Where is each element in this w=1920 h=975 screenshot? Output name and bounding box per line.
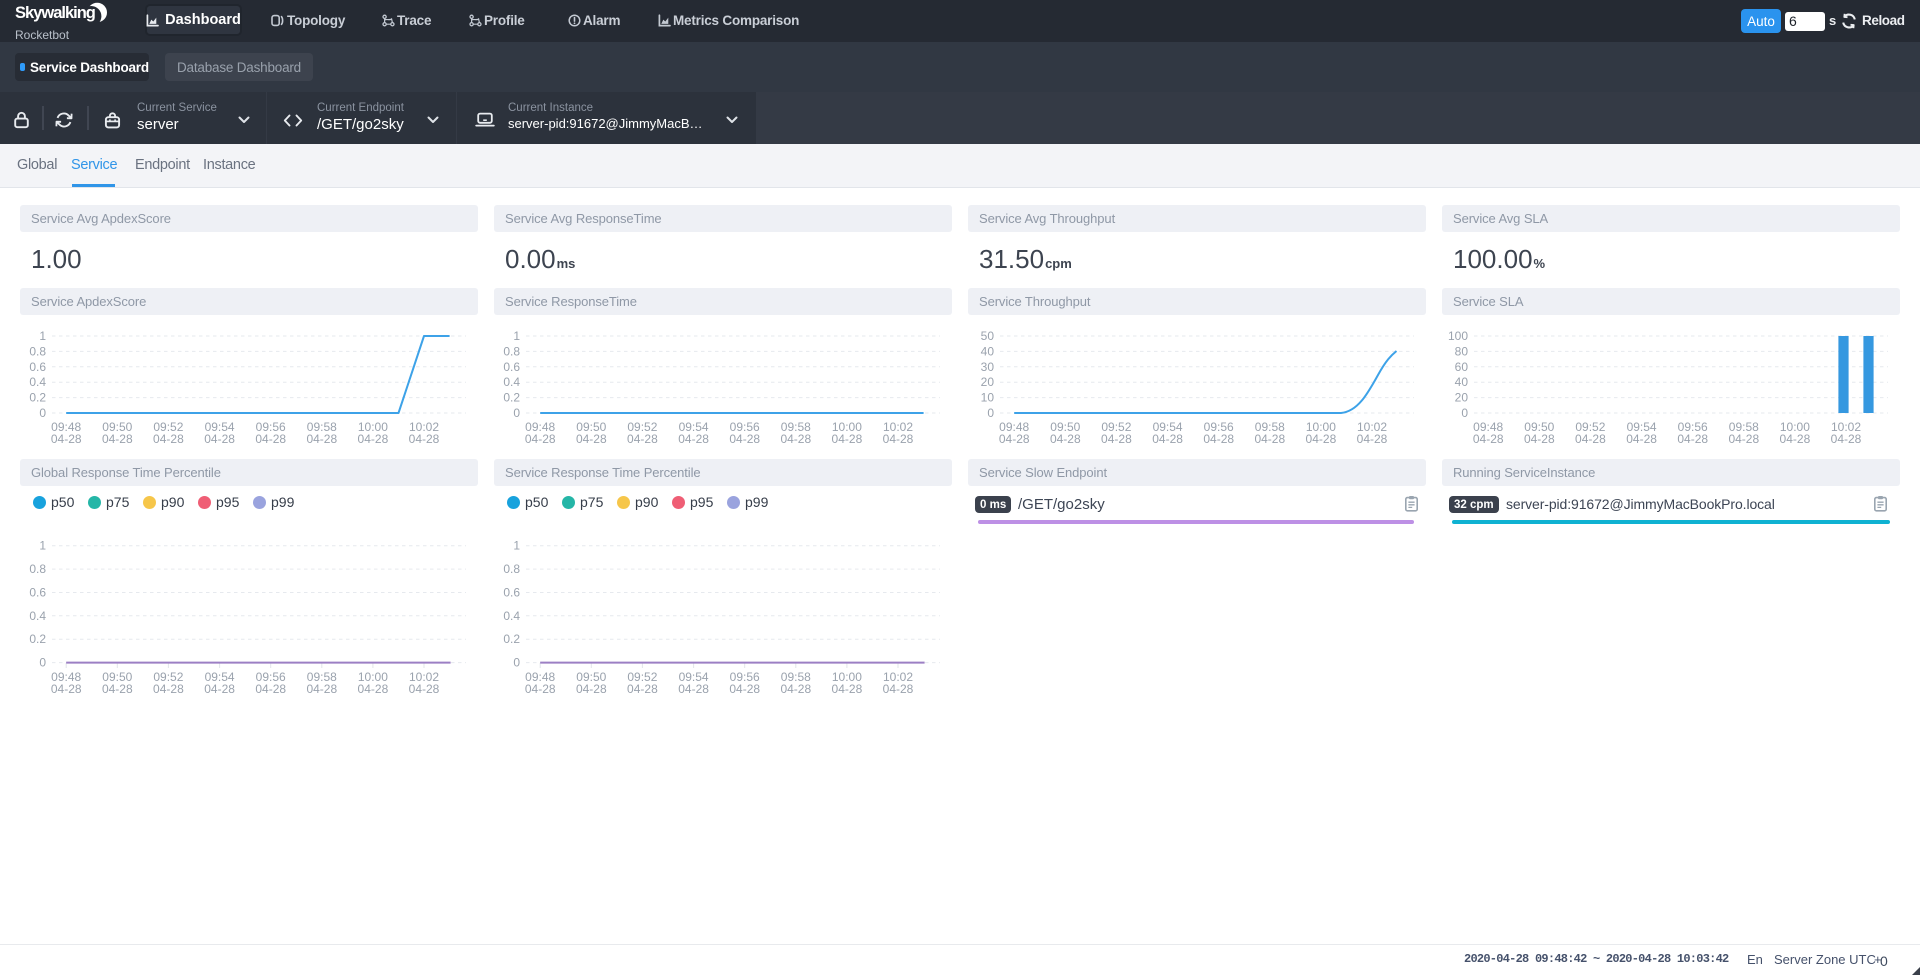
svg-text:04-28: 04-28 (409, 432, 440, 446)
svg-text:80: 80 (1455, 344, 1469, 358)
svg-text:04-28: 04-28 (1203, 432, 1234, 446)
svg-text:0.6: 0.6 (29, 360, 46, 374)
svg-text:1: 1 (513, 329, 520, 343)
svg-text:0.4: 0.4 (503, 375, 520, 389)
svg-text:0: 0 (513, 656, 520, 670)
svg-text:04-28: 04-28 (1152, 432, 1183, 446)
svg-text:04-28: 04-28 (51, 682, 82, 696)
svg-text:04-28: 04-28 (102, 432, 133, 446)
svg-text:0.6: 0.6 (503, 586, 520, 600)
svg-text:04-28: 04-28 (832, 432, 863, 446)
svg-text:100: 100 (1448, 329, 1468, 343)
svg-text:40: 40 (981, 344, 995, 358)
svg-text:0.8: 0.8 (503, 344, 520, 358)
svg-text:04-28: 04-28 (153, 432, 184, 446)
svg-text:0.8: 0.8 (29, 344, 46, 358)
svg-text:0.6: 0.6 (503, 360, 520, 374)
svg-text:0.4: 0.4 (29, 375, 46, 389)
svg-text:04-28: 04-28 (1831, 432, 1862, 446)
svg-text:1: 1 (513, 539, 520, 553)
svg-text:04-28: 04-28 (358, 682, 389, 696)
svg-text:0.4: 0.4 (503, 609, 520, 623)
svg-text:04-28: 04-28 (409, 682, 440, 696)
svg-text:04-28: 04-28 (51, 432, 82, 446)
svg-text:04-28: 04-28 (525, 432, 556, 446)
svg-text:04-28: 04-28 (255, 432, 286, 446)
svg-text:04-28: 04-28 (1677, 432, 1708, 446)
svg-text:30: 30 (981, 360, 995, 374)
svg-text:0: 0 (513, 406, 520, 420)
svg-text:04-28: 04-28 (780, 432, 811, 446)
svg-text:60: 60 (1455, 360, 1469, 374)
svg-text:04-28: 04-28 (1254, 432, 1285, 446)
svg-text:0.8: 0.8 (29, 562, 46, 576)
svg-text:04-28: 04-28 (678, 682, 709, 696)
svg-text:04-28: 04-28 (306, 682, 337, 696)
svg-text:04-28: 04-28 (1728, 432, 1759, 446)
svg-text:04-28: 04-28 (627, 432, 658, 446)
svg-text:0.6: 0.6 (29, 586, 46, 600)
svg-text:04-28: 04-28 (576, 432, 607, 446)
svg-text:10: 10 (981, 391, 995, 405)
svg-text:0: 0 (39, 656, 46, 670)
svg-text:04-28: 04-28 (525, 682, 556, 696)
svg-text:04-28: 04-28 (204, 432, 235, 446)
svg-text:0: 0 (987, 406, 994, 420)
svg-text:04-28: 04-28 (883, 432, 914, 446)
svg-text:04-28: 04-28 (883, 682, 914, 696)
svg-text:0.4: 0.4 (29, 609, 46, 623)
svg-text:04-28: 04-28 (1575, 432, 1606, 446)
svg-text:04-28: 04-28 (729, 432, 760, 446)
svg-text:04-28: 04-28 (1524, 432, 1555, 446)
svg-text:20: 20 (981, 375, 995, 389)
svg-text:04-28: 04-28 (1780, 432, 1811, 446)
svg-text:04-28: 04-28 (1101, 432, 1132, 446)
svg-text:04-28: 04-28 (780, 682, 811, 696)
svg-text:04-28: 04-28 (576, 682, 607, 696)
svg-text:04-28: 04-28 (1473, 432, 1504, 446)
svg-text:0.2: 0.2 (29, 632, 46, 646)
svg-text:0: 0 (39, 406, 46, 420)
svg-text:04-28: 04-28 (204, 682, 235, 696)
svg-text:04-28: 04-28 (306, 432, 337, 446)
svg-text:04-28: 04-28 (832, 682, 863, 696)
svg-text:04-28: 04-28 (999, 432, 1030, 446)
svg-text:04-28: 04-28 (153, 682, 184, 696)
svg-text:04-28: 04-28 (102, 682, 133, 696)
svg-text:04-28: 04-28 (627, 682, 658, 696)
svg-text:0.2: 0.2 (503, 391, 520, 405)
svg-text:1: 1 (39, 329, 46, 343)
svg-text:04-28: 04-28 (678, 432, 709, 446)
svg-text:0: 0 (1461, 406, 1468, 420)
svg-text:04-28: 04-28 (729, 682, 760, 696)
svg-text:04-28: 04-28 (358, 432, 389, 446)
svg-text:0.8: 0.8 (503, 562, 520, 576)
svg-text:50: 50 (981, 329, 995, 343)
svg-text:0.2: 0.2 (503, 632, 520, 646)
svg-text:04-28: 04-28 (1626, 432, 1657, 446)
svg-text:1: 1 (39, 539, 46, 553)
svg-text:20: 20 (1455, 391, 1469, 405)
svg-text:04-28: 04-28 (1357, 432, 1388, 446)
svg-text:04-28: 04-28 (255, 682, 286, 696)
svg-text:04-28: 04-28 (1306, 432, 1337, 446)
svg-text:04-28: 04-28 (1050, 432, 1081, 446)
svg-text:0.2: 0.2 (29, 391, 46, 405)
svg-text:40: 40 (1455, 375, 1469, 389)
